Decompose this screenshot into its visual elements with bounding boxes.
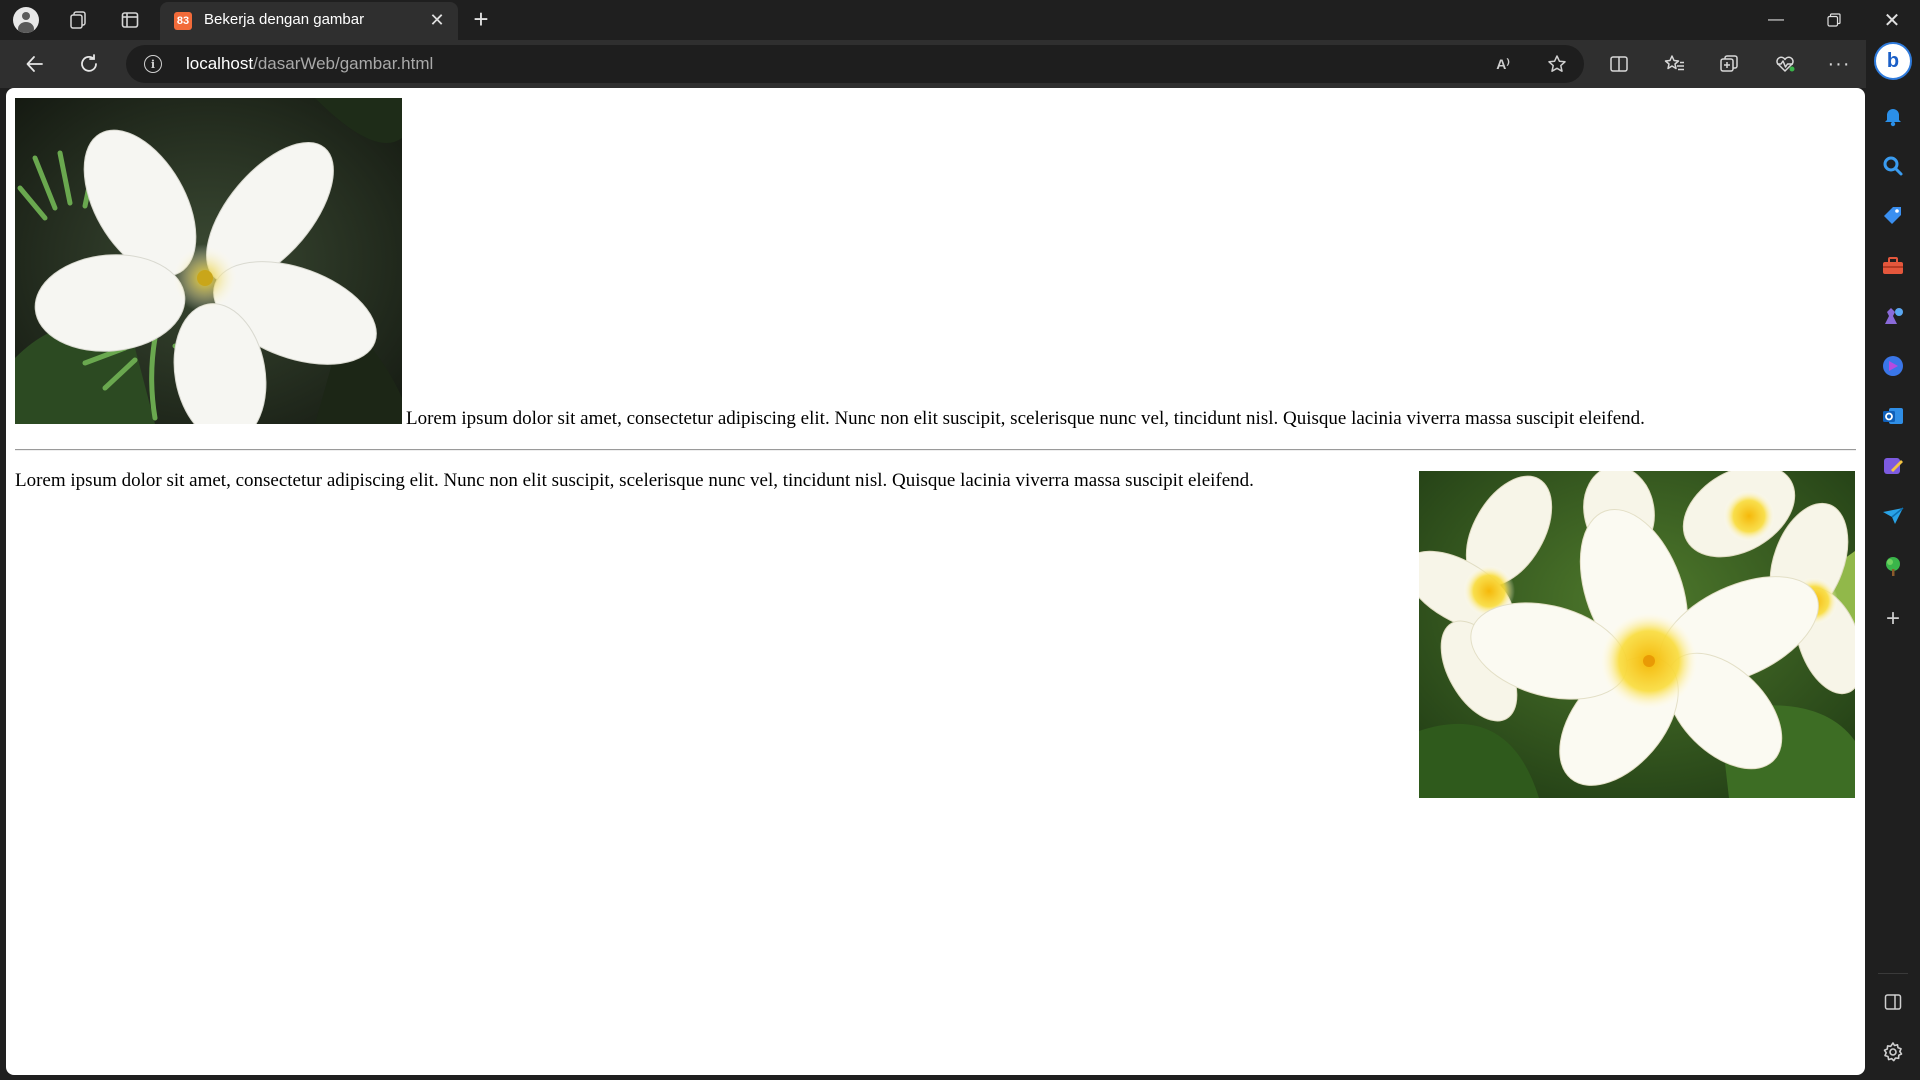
tree-icon[interactable] bbox=[1881, 554, 1905, 578]
url-text[interactable]: localhost/dasarWeb/gambar.html bbox=[186, 54, 433, 74]
frangipani-image-left bbox=[15, 98, 402, 424]
edge-sidebar: b + bbox=[1866, 40, 1920, 1080]
frangipani-image-right bbox=[1419, 471, 1855, 798]
tab-actions-button[interactable] bbox=[114, 4, 146, 36]
url-host: localhost bbox=[186, 54, 254, 73]
close-window-button[interactable]: ✕ bbox=[1864, 0, 1920, 40]
close-icon: ✕ bbox=[1883, 9, 1901, 32]
vertical-tabs-icon bbox=[121, 12, 139, 28]
title-bar: 83 Bekerja dengan gambar ✕ + — ✕ bbox=[0, 0, 1920, 40]
copilot-icon[interactable] bbox=[1881, 354, 1905, 378]
tab-title: Bekerja dengan gambar bbox=[204, 11, 365, 28]
bing-copilot-button[interactable]: b bbox=[1874, 42, 1912, 80]
back-button[interactable] bbox=[18, 48, 52, 80]
add-favorite-button[interactable] bbox=[1544, 52, 1570, 76]
page-viewport: Lorem ipsum dolor sit amet, consectetur … bbox=[6, 88, 1865, 1075]
performance-button[interactable] bbox=[1770, 50, 1800, 78]
search-icon[interactable] bbox=[1881, 154, 1905, 178]
tab-active[interactable]: 83 Bekerja dengan gambar ✕ bbox=[160, 2, 458, 40]
favorites-icon bbox=[1664, 55, 1684, 71]
sidebar-panel-icon[interactable] bbox=[1881, 990, 1905, 1014]
minimize-button[interactable]: — bbox=[1748, 0, 1804, 40]
add-icon[interactable]: + bbox=[1880, 605, 1906, 632]
xampp-favicon-icon: 83 bbox=[174, 12, 192, 30]
profile-icon bbox=[13, 7, 39, 33]
new-tab-button[interactable]: + bbox=[466, 4, 496, 34]
restore-icon bbox=[1827, 13, 1841, 27]
collections-icon bbox=[1720, 55, 1738, 72]
paragraph-1: Lorem ipsum dolor sit amet, consectetur … bbox=[406, 408, 1645, 429]
outlook-icon[interactable] bbox=[1881, 404, 1905, 428]
restore-button[interactable] bbox=[1806, 0, 1862, 40]
url-path: /dasarWeb/gambar.html bbox=[253, 54, 434, 73]
games-icon[interactable] bbox=[1881, 304, 1905, 328]
profile-avatar[interactable] bbox=[10, 4, 42, 36]
split-screen-button[interactable] bbox=[1604, 50, 1634, 78]
address-bar[interactable]: i localhost/dasarWeb/gambar.html A⁾ bbox=[126, 45, 1584, 83]
collections-button[interactable] bbox=[1714, 50, 1744, 78]
workspaces-icon bbox=[70, 11, 86, 29]
site-info-icon[interactable]: i bbox=[144, 55, 162, 73]
close-icon: ✕ bbox=[429, 9, 445, 30]
settings-icon[interactable] bbox=[1881, 1040, 1905, 1064]
workspaces-button[interactable] bbox=[62, 4, 94, 36]
tools-icon[interactable] bbox=[1881, 254, 1905, 278]
shopping-tag-icon[interactable] bbox=[1881, 204, 1905, 228]
more-options-button[interactable]: ··· bbox=[1824, 50, 1854, 78]
paragraph-2: Lorem ipsum dolor sit amet, consectetur … bbox=[15, 470, 1254, 491]
star-icon bbox=[1548, 55, 1566, 72]
reload-button[interactable] bbox=[72, 48, 106, 80]
arrow-left-icon bbox=[26, 56, 43, 72]
bell-icon[interactable] bbox=[1881, 104, 1905, 128]
refresh-icon bbox=[81, 54, 97, 72]
image-row-1: Lorem ipsum dolor sit amet, consectetur … bbox=[15, 98, 1855, 430]
minimize-icon: — bbox=[1768, 11, 1784, 28]
tab-close-button[interactable]: ✕ bbox=[426, 9, 448, 31]
designer-icon[interactable] bbox=[1881, 454, 1905, 478]
send-icon[interactable] bbox=[1881, 504, 1905, 528]
horizontal-rule bbox=[15, 449, 1856, 451]
plus-icon: + bbox=[473, 3, 489, 34]
read-aloud-icon[interactable]: A⁾ bbox=[1490, 52, 1516, 76]
favorites-button[interactable] bbox=[1660, 50, 1690, 78]
sidebar-divider bbox=[1878, 973, 1908, 974]
split-screen-icon bbox=[1610, 56, 1628, 72]
navigation-toolbar: i localhost/dasarWeb/gambar.html A⁾ ··· bbox=[0, 40, 1920, 88]
heart-pulse-icon bbox=[1776, 56, 1795, 72]
